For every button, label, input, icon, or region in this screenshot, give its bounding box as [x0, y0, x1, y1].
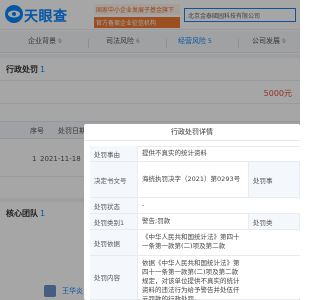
- modal-title: 行政处罚详情: [171, 128, 213, 136]
- penalty-detail-modal: 行政处罚详情 处罚事由 提供不真实的统计资料 决定书文号 海统执罚决字（2021…: [84, 124, 300, 300]
- detail-label: 处罚类别1: [90, 214, 138, 229]
- detail-label: 处罚事由: [90, 146, 138, 161]
- detail-label: 决定书文号: [90, 162, 138, 197]
- detail-right-label: 处罚类: [248, 214, 300, 229]
- detail-row: 处罚事由 提供不真实的统计资料: [90, 146, 300, 162]
- detail-row: 处罚类别1 警告;罚款 处罚类: [90, 214, 300, 230]
- detail-row: 决定书文号 海统执罚决字（2021）第0293号 处罚事: [90, 162, 300, 198]
- detail-row: 处罚内容 依据《中华人民共和国统计法》第四十一条第一款第(二)项及第二款规定，对…: [90, 256, 300, 300]
- detail-row: 处罚依据 《中华人民共和国统计法》第四十一条第一款第(二)项及第二款: [90, 230, 300, 256]
- detail-value: 海统执罚决字（2021）第0293号: [142, 175, 241, 183]
- detail-value: 提供不真实的统计资料: [142, 149, 207, 157]
- detail-value: 警告;罚款: [142, 217, 171, 225]
- detail-value: 依据《中华人民共和国统计法》第四十一条第一款第(二)项及第二款规定，对该单位提供…: [142, 259, 240, 300]
- detail-value: -: [142, 201, 145, 209]
- detail-label: 处罚依据: [90, 230, 138, 255]
- detail-row: 处罚状态 -: [90, 198, 300, 214]
- detail-label: 处罚状态: [90, 198, 138, 213]
- detail-label: 处罚内容: [90, 256, 138, 299]
- detail-right-label: 处罚事: [248, 162, 300, 197]
- modal-title-divider: [84, 140, 300, 141]
- detail-value: 《中华人民共和国统计法》第四十一条第一款第(二)项及第二款: [142, 233, 240, 250]
